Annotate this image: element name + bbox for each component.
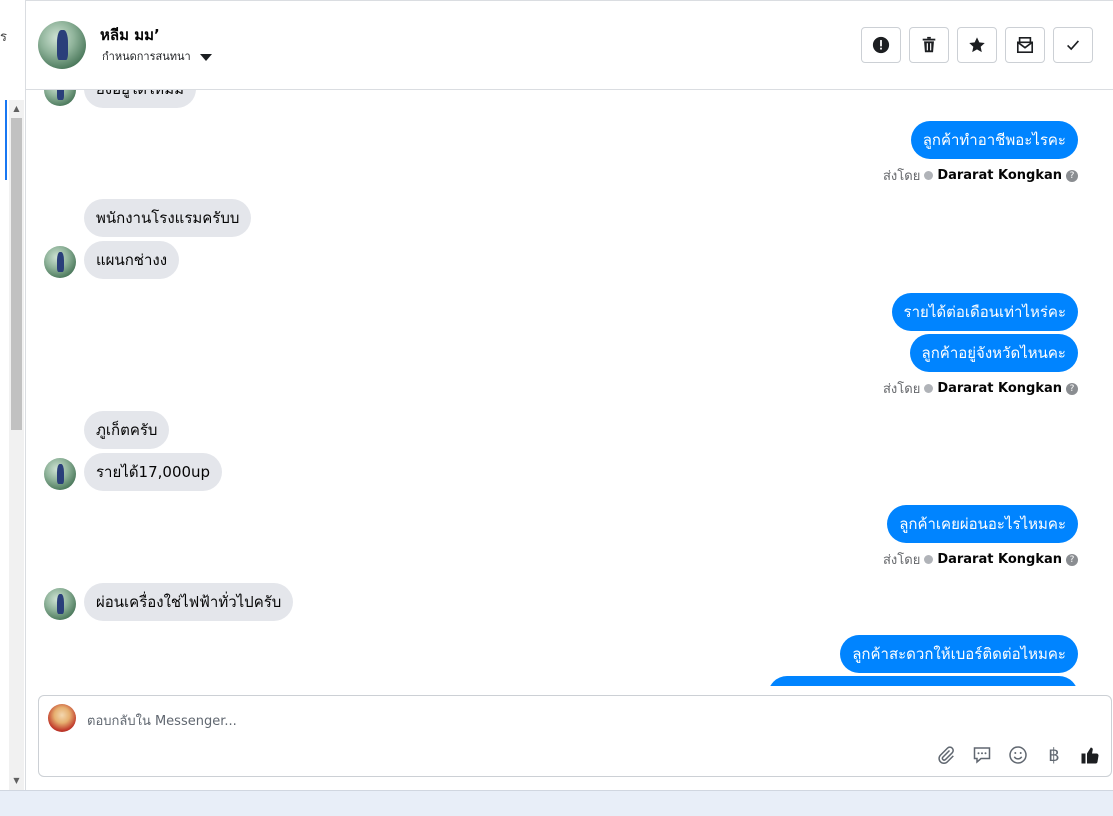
exclamation-circle-icon (872, 36, 890, 54)
reply-input[interactable]: ตอบกลับใน Messenger... (87, 710, 237, 731)
envelope-icon (1016, 36, 1034, 54)
thumbs-up-icon[interactable] (1079, 744, 1101, 766)
mark-done-button[interactable] (1053, 27, 1093, 63)
incoming-message[interactable]: รายได้17,000up (84, 453, 223, 491)
incoming-message[interactable]: ผ่อนเครื่องใช่ไฟฟ้าทั่วไปครับ (84, 583, 294, 621)
contact-message-avatar (44, 90, 76, 106)
help-question-icon[interactable]: ? (1066, 169, 1078, 182)
conversation-list-scrollbar[interactable]: ▲ ▼ (9, 100, 24, 790)
taskbar-strip (0, 790, 1113, 816)
scroll-down-arrow-icon[interactable]: ▼ (9, 776, 24, 786)
selected-conversation-indicator (5, 100, 7, 180)
scrollbar-thumb[interactable] (11, 118, 22, 430)
incoming-message[interactable]: พนักงานโรงแรมครับบ (84, 199, 252, 237)
outgoing-message[interactable]: ลูกค้าเคยผ่อนอะไรไหมคะ (887, 505, 1078, 543)
composer-toolbar: ฿ (935, 744, 1101, 766)
sent-by-prefix: ส่งโดย (882, 382, 921, 397)
outgoing-message[interactable]: ลูกค้าสะดวกให้เบอร์ติดต่อไหมคะ (840, 635, 1078, 673)
sent-status-icon (924, 555, 934, 564)
left-panel-cut-text: ร (0, 30, 7, 45)
header-actions (861, 27, 1093, 63)
scroll-up-arrow-icon[interactable]: ▲ (9, 104, 24, 114)
sent-by-label: ส่งโดย Dararat Kongkan ? (883, 378, 1078, 399)
contact-message-avatar (44, 588, 76, 620)
contact-message-avatar (44, 458, 76, 490)
baht-icon[interactable]: ฿ (1043, 744, 1065, 766)
outgoing-message[interactable]: รายได้ต่อเดือนเท่าไหร่คะ (891, 293, 1078, 331)
outgoing-message-partial[interactable] (768, 676, 1078, 686)
sent-by-label: ส่งโดย Dararat Kongkan ? (883, 549, 1078, 570)
left-panel-strip: ร ▲ ▼ (0, 0, 26, 790)
saved-replies-icon[interactable] (971, 744, 993, 766)
incoming-message[interactable]: แผนกช่างง (84, 241, 180, 279)
conversation-label-text: กำหนดการสนทนา (102, 50, 191, 63)
mark-unread-button[interactable] (1005, 27, 1045, 63)
checkmark-icon (1067, 40, 1080, 51)
outgoing-message[interactable]: ลูกค้าทำอาชีพอะไรคะ (910, 121, 1078, 159)
contact-avatar[interactable] (38, 21, 86, 69)
outgoing-message[interactable]: ลูกค้าอยู่จังหวัดไหนคะ (909, 334, 1078, 372)
help-question-icon[interactable]: ? (1066, 382, 1078, 395)
sent-by-prefix: ส่งโดย (882, 553, 921, 568)
contact-message-avatar (44, 246, 76, 278)
messenger-inbox-window: ร ▲ ▼ หลีม มม’ กำหนดการสนทนา ลูกค้าทำอาช… (0, 0, 1113, 816)
conversation-label-dropdown[interactable]: กำหนดการสนทนา (102, 47, 212, 65)
incoming-message[interactable]: ภูเก็ตครับ (84, 411, 170, 449)
contact-name[interactable]: หลีม มม’ (100, 23, 160, 47)
delete-button[interactable] (909, 27, 949, 63)
sent-by-prefix: ส่งโดย (882, 169, 921, 184)
conversation-header: หลีม มม’ กำหนดการสนทนา (26, 0, 1113, 90)
report-button[interactable] (861, 27, 901, 63)
star-button[interactable] (957, 27, 997, 63)
emoji-icon[interactable] (1007, 744, 1029, 766)
page-avatar (48, 704, 76, 732)
agent-name: Dararat Kongkan (937, 381, 1062, 396)
message-thread[interactable]: ยังอยู่ใดใหม่ม ลูกค้าทำอาชีพอะไรคะ ส่งโด… (26, 90, 1113, 686)
trash-icon (922, 36, 936, 53)
sent-status-icon (924, 384, 934, 393)
agent-name: Dararat Kongkan (937, 168, 1062, 183)
reply-composer[interactable]: ตอบกลับใน Messenger... ฿ (38, 695, 1112, 777)
agent-name: Dararat Kongkan (937, 552, 1062, 567)
caret-down-icon (199, 53, 212, 61)
star-icon (969, 37, 985, 53)
help-question-icon[interactable]: ? (1066, 553, 1078, 566)
sent-status-icon (924, 171, 934, 180)
sent-by-label: ส่งโดย Dararat Kongkan ? (883, 165, 1078, 186)
paperclip-icon[interactable] (935, 744, 957, 766)
incoming-message[interactable]: ยังอยู่ใดใหม่ม (84, 90, 196, 108)
